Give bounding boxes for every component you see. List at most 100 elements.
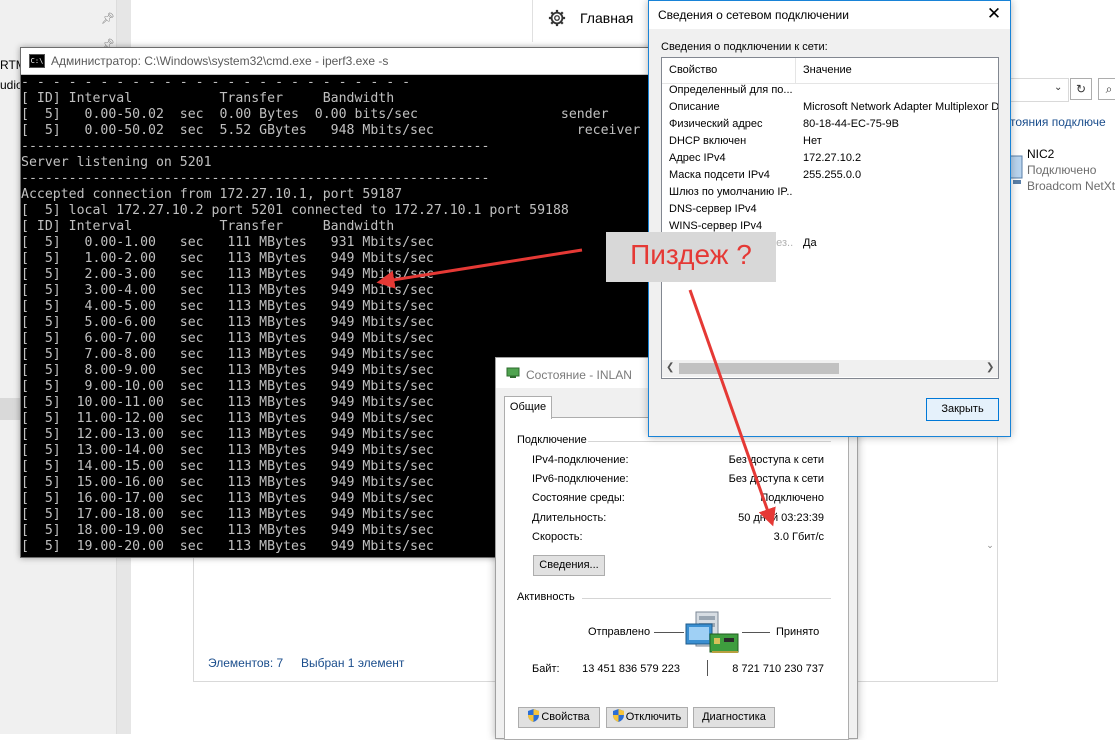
- scrollbar-thumb[interactable]: [679, 363, 839, 374]
- cmd-line: [ ID] Interval Transfer Bandwidth: [21, 219, 395, 234]
- gear-icon: [548, 9, 566, 27]
- activity-heading: Активность: [517, 591, 575, 603]
- separator: [582, 598, 831, 599]
- cmd-line: [ 5] 5.00-6.00 sec 113 MBytes 949 Mbits/…: [21, 315, 434, 330]
- details-list[interactable]: Свойство Значение Определенный для по...…: [661, 57, 999, 379]
- close-icon[interactable]: ✕: [983, 4, 1005, 24]
- property-name[interactable]: DHCP включен: [669, 135, 793, 147]
- disable-label: Отключить: [625, 711, 682, 723]
- column-header-value[interactable]: Значение: [803, 64, 852, 76]
- network-connections-link[interactable]: тояния подключе: [1010, 115, 1106, 129]
- separator: [588, 441, 831, 442]
- details-title: Сведения о сетевом подключении: [658, 8, 849, 22]
- property-name[interactable]: Адрес IPv4: [669, 152, 793, 164]
- property-name[interactable]: Шлюз по умолчанию IP...: [669, 186, 793, 198]
- status-title: Состояние - INLAN: [526, 368, 632, 382]
- cmd-line: [ 5] 2.00-3.00 sec 113 MBytes 949 Mbits/…: [21, 267, 434, 282]
- received-line: [742, 632, 770, 633]
- column-header-property[interactable]: Свойство: [669, 64, 717, 76]
- cmd-title: Администратор: C:\Windows\system32\cmd.e…: [51, 54, 389, 68]
- details-titlebar[interactable]: Сведения о сетевом подключении ✕: [649, 1, 1010, 29]
- tab-general[interactable]: Общие: [504, 396, 552, 419]
- property-name[interactable]: Описание: [669, 101, 793, 113]
- cmd-line: - - - - - - - - - - - - - - - - - - - - …: [21, 76, 411, 90]
- property-value[interactable]: 172.27.10.2: [803, 152, 998, 164]
- cmd-line: [ 5] 12.00-13.00 sec 113 MBytes 949 Mbit…: [21, 427, 434, 442]
- network-adapter-icon: [1010, 155, 1023, 184]
- property-value[interactable]: Microsoft Network Adapter Multiplexor Dr…: [803, 101, 998, 113]
- cmd-line: [ 5] 0.00-1.00 sec 111 MBytes 931 Mbits/…: [21, 235, 434, 250]
- adapter-name[interactable]: NIC2: [1027, 147, 1054, 161]
- cmd-line: ----------------------------------------…: [21, 139, 490, 154]
- speed-value: 3.0 Гбит/с: [773, 531, 824, 543]
- adapter-status: Подключено: [1027, 163, 1097, 177]
- cmd-line: [ 5] 11.00-12.00 sec 113 MBytes 949 Mbit…: [21, 411, 434, 426]
- cmd-line: [ 5] local 172.27.10.2 port 5201 connect…: [21, 203, 569, 218]
- cmd-line: [ 5] 1.00-2.00 sec 113 MBytes 949 Mbits/…: [21, 251, 434, 266]
- sent-line: [654, 632, 684, 633]
- network-icon: [506, 367, 520, 378]
- diagnose-button[interactable]: Диагностика: [693, 707, 775, 728]
- annotation-text: Пиздеж ?: [630, 239, 752, 270]
- cmd-line: [ 5] 17.00-18.00 sec 113 MBytes 949 Mbit…: [21, 507, 434, 522]
- chevron-down-icon[interactable]: ⌄: [1054, 82, 1062, 93]
- details-button[interactable]: Сведения...: [533, 555, 605, 576]
- refresh-icon[interactable]: ↻: [1070, 78, 1092, 100]
- scroll-left-arrow[interactable]: ❮: [666, 362, 674, 373]
- properties-button[interactable]: Свойства: [518, 707, 600, 728]
- close-button[interactable]: Закрыть: [926, 398, 999, 421]
- cmd-line: [ ID] Interval Transfer Bandwidth: [21, 91, 395, 106]
- cmd-line: [ 5] 3.00-4.00 sec 113 MBytes 949 Mbits/…: [21, 283, 434, 298]
- search-icon[interactable]: ⌕: [1098, 78, 1115, 100]
- bytes-label: Байт:: [532, 663, 560, 675]
- shield-icon: [528, 709, 540, 722]
- property-value[interactable]: Нет: [803, 135, 998, 147]
- horizontal-scrollbar[interactable]: ❮ ❯: [662, 360, 998, 377]
- cmd-line: [ 5] 13.00-14.00 sec 113 MBytes 949 Mbit…: [21, 443, 434, 458]
- property-value[interactable]: 80-18-44-EC-75-9B: [803, 118, 998, 130]
- network-activity-icon: [685, 611, 739, 653]
- pin-icon: 📌︎: [101, 13, 115, 25]
- property-name[interactable]: Маска подсети IPv4: [669, 169, 793, 181]
- column-divider[interactable]: [795, 58, 796, 83]
- property-value[interactable]: 255.255.0.0: [803, 169, 998, 181]
- cmd-line: [ 5] 19.00-20.00 sec 113 MBytes 949 Mbit…: [21, 539, 434, 554]
- duration-label: Длительность:: [532, 512, 607, 524]
- property-name[interactable]: WINS-сервер IPv4: [669, 220, 793, 232]
- ipv4-value: Без доступа к сети: [728, 454, 824, 466]
- property-value[interactable]: Да: [803, 237, 998, 249]
- connection-details-window[interactable]: Сведения о сетевом подключении ✕ Сведени…: [648, 0, 1011, 437]
- cmd-line: [ 5] 14.00-15.00 sec 113 MBytes 949 Mbit…: [21, 459, 434, 474]
- cmd-line: Server listening on 5201: [21, 155, 212, 170]
- properties-label: Свойства: [541, 711, 590, 723]
- settings-home-label[interactable]: Главная: [580, 10, 633, 26]
- property-name[interactable]: DNS-сервер IPv4: [669, 203, 793, 215]
- property-name[interactable]: Физический адрес: [669, 118, 793, 130]
- cmd-titlebar[interactable]: C:\ Администратор: C:\Windows\system32\c…: [21, 48, 652, 75]
- status-item-count: Элементов: 7: [208, 656, 284, 670]
- scroll-down-arrow[interactable]: ⌄: [983, 540, 997, 554]
- cmd-line: Accepted connection from 172.27.10.1, po…: [21, 187, 403, 202]
- cmd-line: [ 5] 9.00-10.00 sec 113 MBytes 949 Mbits…: [21, 379, 434, 394]
- adapter-description: Broadcom NetXt: [1027, 179, 1115, 193]
- cmd-line: [ 5] 16.00-17.00 sec 113 MBytes 949 Mbit…: [21, 491, 434, 506]
- cmd-line: [ 5] 15.00-16.00 sec 113 MBytes 949 Mbit…: [21, 475, 434, 490]
- cmd-line: [ 5] 4.00-5.00 sec 113 MBytes 949 Mbits/…: [21, 299, 434, 314]
- shield-icon: [612, 709, 624, 722]
- ipv4-label: IPv4-подключение:: [532, 454, 629, 466]
- ipv6-value: Без доступа к сети: [728, 473, 824, 485]
- cmd-line: [ 5] 8.00-9.00 sec 113 MBytes 949 Mbits/…: [21, 363, 434, 378]
- bytes-sent: 13 451 836 579 223: [582, 663, 680, 675]
- scroll-right-arrow[interactable]: ❯: [986, 362, 994, 373]
- cmd-line: [ 5] 7.00-8.00 sec 113 MBytes 949 Mbits/…: [21, 347, 434, 362]
- disable-button[interactable]: Отключить: [606, 707, 688, 728]
- property-name[interactable]: Определенный для по...: [669, 84, 793, 96]
- media-state-value: Подключено: [760, 492, 824, 504]
- cmd-line: [ 5] 0.00-50.02 sec 0.00 Bytes 0.00 bits…: [21, 107, 609, 122]
- list-header: Свойство Значение: [662, 58, 998, 84]
- connection-heading: Подключение: [517, 434, 587, 446]
- cmd-line: [ 5] 10.00-11.00 sec 113 MBytes 949 Mbit…: [21, 395, 434, 410]
- cmd-line: ----------------------------------------…: [21, 171, 490, 186]
- sent-label: Отправлено: [588, 626, 651, 638]
- cmd-line: [ 5] 18.00-19.00 sec 113 MBytes 949 Mbit…: [21, 523, 434, 538]
